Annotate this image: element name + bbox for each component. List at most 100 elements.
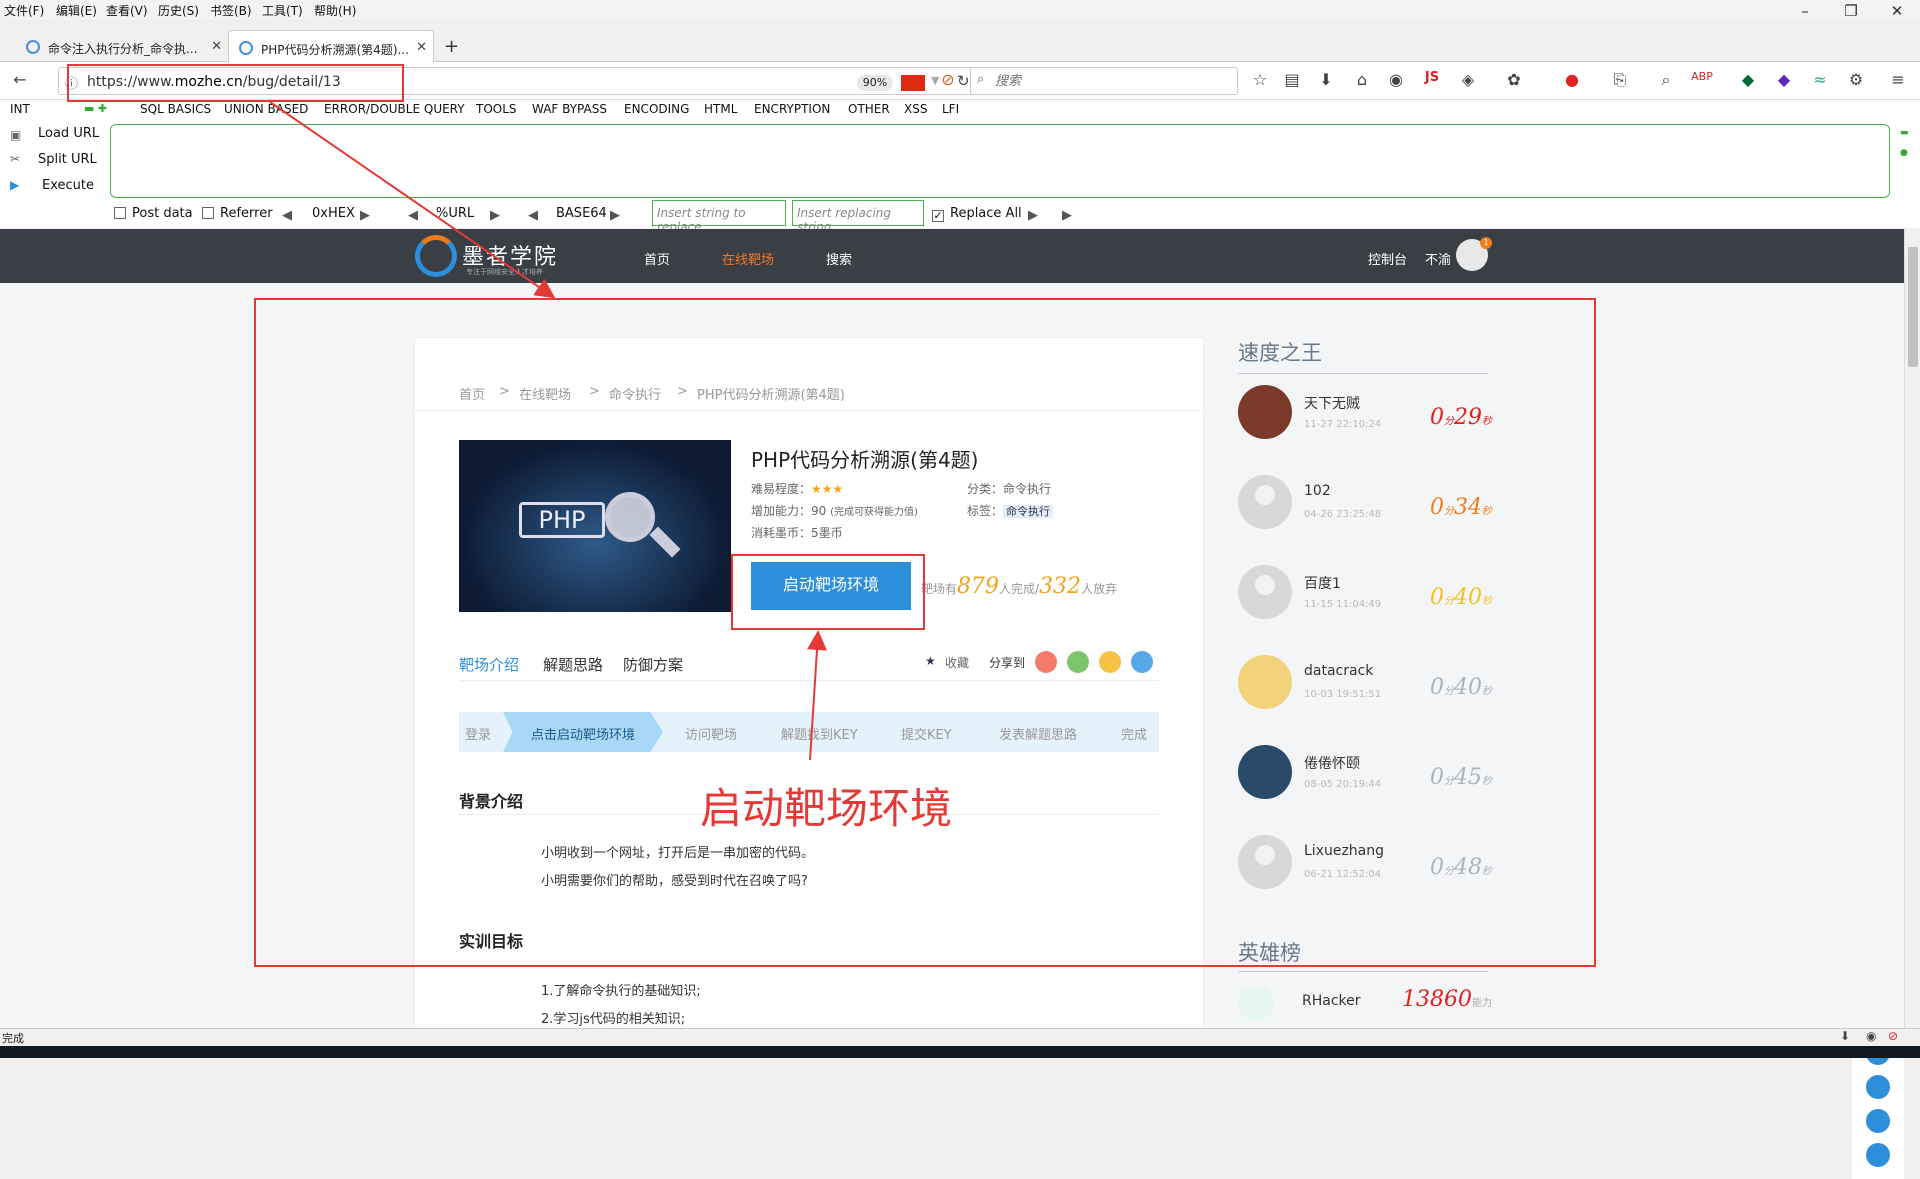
hackbar-menu-int[interactable]: INT	[10, 102, 30, 116]
nav-console[interactable]: 控制台	[1368, 249, 1407, 268]
china-flag-icon	[901, 75, 925, 91]
tab-php-analysis[interactable]: PHP代码分析溯源(第4题)... ✕	[228, 30, 434, 62]
shield-icon[interactable]: ◆	[1736, 70, 1760, 89]
restore-icon[interactable]: ❐	[1836, 2, 1866, 20]
hero-score: 13860能力	[1402, 987, 1492, 1012]
page-scrollbar[interactable]	[1904, 229, 1920, 1028]
menu-file[interactable]: 文件(F)	[4, 2, 44, 19]
hackbar-menu-error[interactable]: ERROR/DOUBLE QUERY	[324, 102, 465, 116]
base64-label: BASE64	[556, 206, 607, 221]
hackbar-url-textarea[interactable]	[110, 124, 1890, 198]
js-extension-icon[interactable]: JS	[1420, 70, 1444, 85]
nav-search[interactable]: 搜索	[826, 249, 852, 268]
encode-arrow-icon[interactable]: ▶	[490, 208, 500, 223]
block-icon[interactable]: ⊘	[936, 70, 960, 89]
home-icon[interactable]: ⌂	[1350, 70, 1374, 89]
extension-icon[interactable]: ⎘	[1608, 70, 1632, 90]
loading-icon	[239, 41, 253, 55]
referrer-checkbox[interactable]: Referrer	[202, 206, 273, 221]
hackbar-menu-waf[interactable]: WAF BYPASS	[532, 102, 607, 116]
username[interactable]: 不渝	[1425, 249, 1451, 268]
close-window-icon[interactable]: ✕	[1882, 2, 1912, 20]
replacing-string-input[interactable]: Insert replacing string	[792, 200, 924, 234]
tab-label: PHP代码分析溯源(第4题)...	[261, 43, 409, 57]
execute-button[interactable]: Execute	[42, 178, 94, 193]
insert-string-input[interactable]: Insert string to replace	[652, 200, 786, 234]
search-input[interactable]	[995, 73, 1225, 88]
replace-all-checkbox[interactable]: Replace All	[932, 206, 1022, 222]
post-data-checkbox[interactable]: Post data	[114, 206, 193, 221]
tab-strip: 命令注入执行分析_命令执... ✕ PHP代码分析溯源(第4题)... ✕ +	[0, 20, 1920, 62]
hamburger-menu-icon[interactable]: ≡	[1886, 70, 1910, 89]
hackbar-menu-encryption[interactable]: ENCRYPTION	[754, 102, 830, 116]
adblock-icon[interactable]: ABP	[1690, 70, 1714, 83]
decode-arrow-icon[interactable]: ◀	[528, 208, 538, 223]
replace-arrow-icon[interactable]: ▶	[1028, 208, 1038, 223]
extension-icon[interactable]: ●	[1560, 70, 1584, 89]
download-icon[interactable]: ⬇	[1314, 70, 1338, 89]
logo-icon[interactable]	[415, 235, 457, 277]
extension-icon[interactable]: ≈	[1808, 70, 1832, 89]
extension-icon[interactable]: ◈	[1456, 70, 1480, 89]
bookmark-star-icon[interactable]: ☆	[1248, 70, 1272, 89]
encode-arrow-icon[interactable]: ▶	[610, 208, 620, 223]
status-text: 完成	[2, 1032, 24, 1045]
hackbar-menu-union[interactable]: UNION BASED	[224, 102, 308, 116]
extension-icon[interactable]: ◆	[1772, 70, 1796, 89]
decode-arrow-icon[interactable]: ◀	[282, 208, 292, 223]
extension-icon[interactable]: ⚙	[1844, 70, 1868, 89]
reading-list-icon[interactable]: ▤	[1280, 70, 1304, 89]
hackbar-menu-sql-basics[interactable]: SQL BASICS	[140, 102, 211, 116]
menu-help[interactable]: 帮助(H)	[314, 2, 356, 19]
annotation-text: 启动靶场环境	[700, 784, 953, 833]
search-icon: ⌕	[977, 72, 985, 87]
nav-online-range[interactable]: 在线靶场	[722, 249, 774, 268]
hackbar-menu-lfi[interactable]: LFI	[942, 102, 959, 116]
extension-icon[interactable]: ◉	[1384, 70, 1408, 89]
load-url-button[interactable]: Load URL	[38, 126, 99, 141]
zoom-indicator[interactable]: 90%	[857, 75, 893, 91]
hero-name[interactable]: RHacker	[1302, 993, 1361, 1009]
close-tab-icon[interactable]: ✕	[211, 39, 222, 54]
decode-arrow-icon[interactable]: ◀	[408, 208, 418, 223]
avatar[interactable]	[1238, 985, 1274, 1021]
wechat-icon[interactable]	[1866, 1143, 1890, 1167]
hackbar-menu-tools[interactable]: TOOLS	[476, 102, 517, 116]
handshake-icon[interactable]	[1866, 1075, 1890, 1099]
block-icon[interactable]: ⊘	[1888, 1029, 1898, 1043]
extension-icon[interactable]: ◉	[1866, 1029, 1876, 1043]
back-icon[interactable]: ←	[8, 70, 32, 89]
menu-edit[interactable]: 编辑(E)	[56, 2, 97, 19]
search-box[interactable]: ⌕	[970, 67, 1238, 95]
download-icon[interactable]: ⬇	[1840, 1029, 1850, 1043]
nav-home[interactable]: 首页	[644, 249, 670, 268]
menu-bookmarks[interactable]: 书签(B)	[210, 2, 252, 19]
hackbar-menu-xss[interactable]: XSS	[904, 102, 927, 116]
split-url-button[interactable]: Split URL	[38, 152, 97, 167]
hackbar-menu-html[interactable]: HTML	[704, 102, 737, 116]
url-encode-label: %URL	[436, 206, 475, 221]
menu-history[interactable]: 历史(S)	[158, 2, 199, 19]
annotation-page-box	[254, 298, 1596, 967]
taskbar	[0, 1046, 1920, 1058]
scrollbar-thumb[interactable]	[1908, 247, 1918, 367]
tab-label: 命令注入执行分析_命令执...	[48, 42, 198, 56]
hackbar-menu-other[interactable]: OTHER	[848, 102, 890, 116]
tab-command-injection[interactable]: 命令注入执行分析_命令执... ✕	[16, 30, 228, 62]
replace-arrow-icon[interactable]: ▶	[1062, 208, 1072, 223]
menu-tools[interactable]: 工具(T)	[262, 2, 303, 19]
menu-view[interactable]: 查看(V)	[106, 2, 148, 19]
minimize-icon[interactable]: –	[1790, 2, 1820, 20]
close-tab-icon[interactable]: ✕	[416, 40, 427, 55]
encode-arrow-icon[interactable]: ▶	[360, 208, 370, 223]
weibo-icon[interactable]	[1866, 1109, 1890, 1133]
hackbar-menu-encoding[interactable]: ENCODING	[624, 102, 689, 116]
hackbar-status-icon: ▬ ●	[1900, 128, 1909, 158]
new-tab-icon[interactable]: +	[444, 36, 459, 57]
palette-icon[interactable]: ✿	[1502, 70, 1526, 89]
execute-icon: ▶	[10, 178, 20, 192]
hackbar-toggle-icon[interactable]: ▬ ✚	[84, 102, 107, 115]
loading-icon	[26, 40, 40, 54]
notification-badge[interactable]: 1	[1480, 237, 1492, 249]
zoom-extension-icon[interactable]: ⌕	[1654, 70, 1678, 90]
